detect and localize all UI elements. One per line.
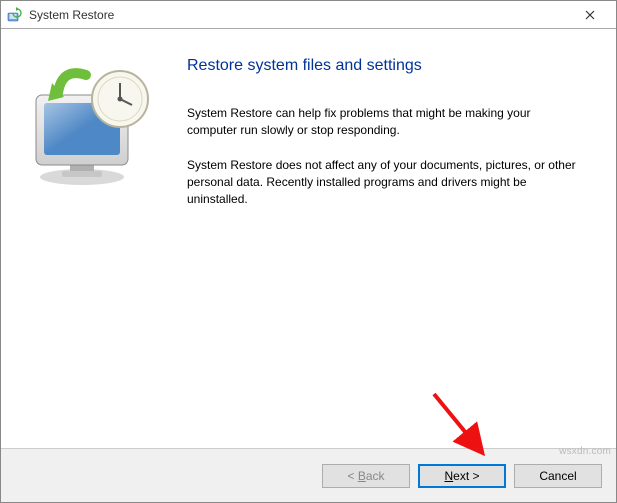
- close-icon: [585, 10, 595, 20]
- close-button[interactable]: [570, 2, 610, 28]
- system-restore-icon: [7, 7, 23, 23]
- cancel-button[interactable]: Cancel: [514, 464, 602, 488]
- intro-paragraph-1: System Restore can help fix problems tha…: [187, 105, 582, 139]
- back-button: < Back: [322, 464, 410, 488]
- restore-graphic-icon: [24, 57, 164, 187]
- watermark: wsxdn.com: [559, 446, 611, 457]
- titlebar[interactable]: System Restore: [1, 1, 616, 29]
- dialog-body: Restore system files and settings System…: [1, 29, 616, 448]
- wizard-graphic: [1, 29, 181, 448]
- page-heading: Restore system files and settings: [187, 55, 582, 77]
- dialog-footer: < Back Next > Cancel: [1, 448, 616, 502]
- next-button[interactable]: Next >: [418, 464, 506, 488]
- window-title: System Restore: [29, 8, 114, 22]
- system-restore-dialog: System Restore: [0, 0, 617, 503]
- wizard-content: Restore system files and settings System…: [181, 29, 616, 448]
- intro-paragraph-2: System Restore does not affect any of yo…: [187, 157, 582, 207]
